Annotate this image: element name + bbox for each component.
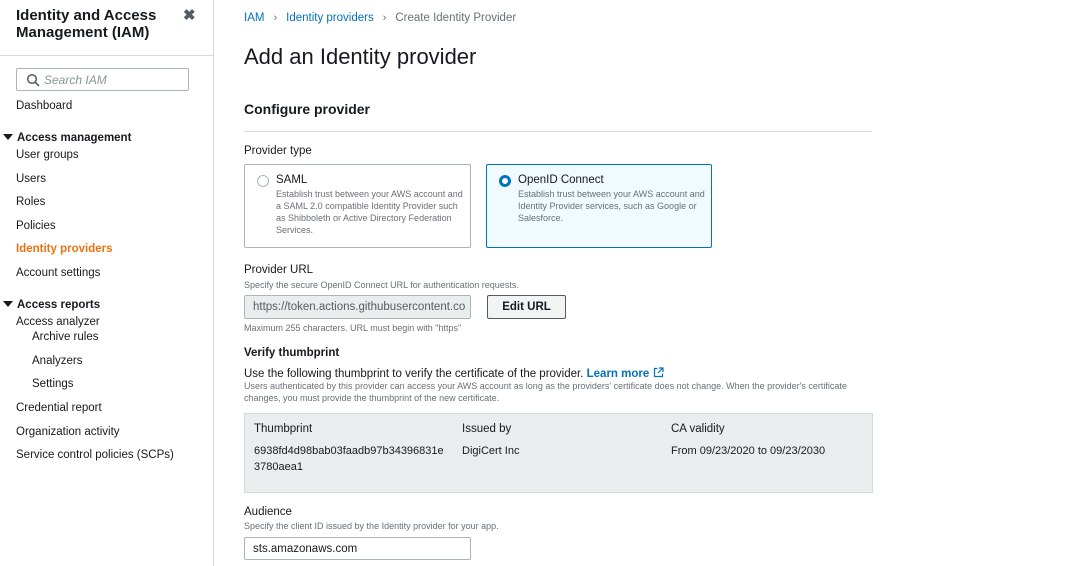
section-title: Configure provider [244, 101, 371, 117]
sidebar-item-archive-rules[interactable]: Archive rules [32, 331, 98, 343]
thumbprint-line: 3780aea1 [254, 461, 303, 473]
search-icon [26, 73, 40, 87]
thumbprint-line: 6938fd4d98bab03faadb97b34396831e [254, 445, 444, 457]
audience-input[interactable] [244, 537, 471, 560]
audience-description: Specify the client ID issued by the Iden… [244, 521, 499, 531]
sidebar-item-scps[interactable]: Service control policies (SCPs) [16, 449, 174, 461]
ca-validity-value: From 09/23/2020 to 09/23/2030 [671, 445, 826, 457]
section-heading: Access reports [17, 299, 101, 311]
close-icon[interactable]: ✖ [183, 6, 196, 24]
column-header-thumbprint: Thumbprint [254, 423, 313, 435]
thumbprint-instruction: Use the following thumbprint to verify t… [244, 367, 664, 380]
provider-url-field: https://token.actions.githubusercontent.… [244, 295, 471, 319]
sidebar-item-roles[interactable]: Roles [16, 196, 45, 208]
sidebar-item-users[interactable]: Users [16, 173, 46, 185]
radio-button[interactable] [257, 175, 269, 187]
sidebar-item-settings[interactable]: Settings [32, 378, 74, 390]
chevron-right-icon: › [382, 12, 387, 24]
breadcrumb-identity-providers[interactable]: Identity providers [286, 12, 374, 24]
sidebar-item-credential-report[interactable]: Credential report [16, 402, 102, 414]
provider-url-constraint: Maximum 255 characters. URL must begin w… [244, 323, 462, 333]
sidebar-item-user-groups[interactable]: User groups [16, 149, 79, 161]
radio-button-selected[interactable] [499, 175, 511, 187]
caret-down-icon [3, 301, 13, 307]
sidebar-item-identity-providers[interactable]: Identity providers [16, 243, 113, 255]
sidebar-item-policies[interactable]: Policies [16, 220, 56, 232]
breadcrumb-iam[interactable]: IAM [244, 12, 264, 24]
sidebar-item-account-settings[interactable]: Account settings [16, 267, 100, 279]
sidebar-item-dashboard[interactable]: Dashboard [16, 100, 72, 112]
divider [0, 55, 213, 56]
provider-type-label: Provider type [244, 145, 312, 157]
page-title: Add an Identity provider [244, 44, 477, 69]
thumbprint-value: 6938fd4d98bab03faadb97b34396831e 3780aea… [254, 443, 444, 475]
provider-option-saml[interactable]: SAML Establish trust between your AWS ac… [244, 164, 471, 248]
instruction-text: Use the following thumbprint to verify t… [244, 368, 584, 380]
external-link-icon [654, 367, 664, 378]
learn-more-text: Learn more [586, 368, 650, 380]
breadcrumb: IAM › Identity providers › Create Identity P… [244, 12, 516, 24]
option-description: Establish trust between your AWS account… [276, 189, 463, 235]
provider-url-label: Provider URL [244, 264, 314, 276]
learn-more-link[interactable]: Learn more [586, 367, 665, 380]
option-description: Establish trust between your AWS account… [518, 189, 705, 223]
option-title: SAML [276, 174, 308, 186]
provider-option-openid-connect[interactable]: OpenID Connect Establish trust between y… [486, 164, 712, 248]
sidebar-item-organization-activity[interactable]: Organization activity [16, 426, 120, 438]
sidebar: Identity and Access Management (IAM) ✖ D… [0, 0, 214, 566]
verify-thumbprint-title: Verify thumbprint [244, 347, 340, 359]
issued-by-value: DigiCert Inc [462, 445, 520, 457]
column-header-issued-by: Issued by [462, 423, 512, 435]
edit-url-button[interactable]: Edit URL [487, 295, 566, 319]
search-box[interactable] [16, 68, 189, 91]
sidebar-item-analyzers[interactable]: Analyzers [32, 355, 83, 367]
column-header-ca-validity: CA validity [671, 423, 725, 435]
chevron-right-icon: › [273, 12, 278, 24]
section-access-management[interactable]: Access management [3, 132, 131, 144]
breadcrumb-current: Create Identity Provider [395, 12, 517, 24]
caret-down-icon [3, 134, 13, 140]
thumbprint-table: Thumbprint Issued by CA validity 6938fd4… [244, 413, 873, 493]
divider [244, 131, 872, 132]
search-input[interactable] [44, 70, 184, 89]
option-title: OpenID Connect [518, 174, 604, 186]
provider-url-description: Specify the secure OpenID Connect URL fo… [244, 280, 519, 290]
sidebar-item-access-analyzer[interactable]: Access analyzer [16, 316, 100, 328]
sidebar-title: Identity and Access Management (IAM) [16, 7, 157, 41]
audience-label: Audience [244, 506, 292, 518]
section-heading: Access management [17, 132, 132, 144]
thumbprint-description: Users authenticated by this provider can… [244, 381, 847, 403]
section-access-reports[interactable]: Access reports [3, 299, 100, 311]
